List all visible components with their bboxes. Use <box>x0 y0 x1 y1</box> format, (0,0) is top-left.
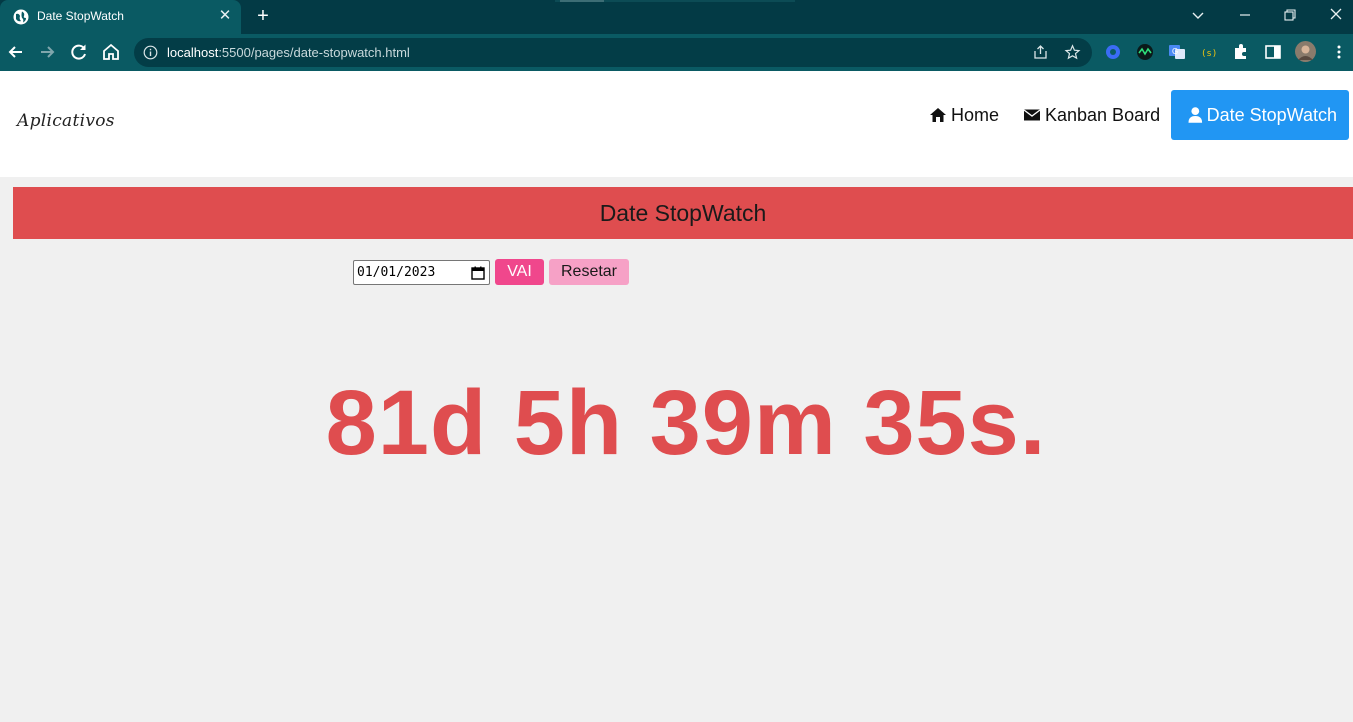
site-info-icon[interactable] <box>143 45 158 60</box>
extension-wave-icon[interactable] <box>1136 43 1154 61</box>
forward-icon[interactable] <box>35 40 59 64</box>
site-header: Aplicativos Home Kanban Board Date StopW… <box>0 71 1353 177</box>
minimize-icon[interactable] <box>1233 5 1257 25</box>
page-title-banner: Date StopWatch <box>13 187 1353 239</box>
translate-icon[interactable]: G <box>1168 43 1186 61</box>
home-browser-icon[interactable] <box>99 40 123 64</box>
site-logo[interactable]: Aplicativos <box>17 111 115 131</box>
nav-date-stopwatch[interactable]: Date StopWatch <box>1171 90 1349 140</box>
tab-close-icon[interactable]: ✕ <box>217 8 233 24</box>
kebab-menu-icon[interactable] <box>1330 43 1348 61</box>
browser-tab-strip: Date StopWatch ✕ + <box>0 0 1353 34</box>
share-icon[interactable] <box>1032 44 1049 61</box>
nav-stopwatch-label: Date StopWatch <box>1206 104 1337 125</box>
elapsed-time-display: 81d 5h 39m 35s. <box>325 372 1047 474</box>
restore-icon[interactable] <box>1278 5 1302 25</box>
page-content: Aplicativos Home Kanban Board Date StopW… <box>0 71 1353 722</box>
globe-icon <box>13 9 29 25</box>
url-text[interactable]: localhost:5500/pages/date-stopwatch.html <box>167 45 410 60</box>
home-icon <box>930 108 946 122</box>
nav-kanban-label: Kanban Board <box>1045 104 1161 125</box>
calendar-icon[interactable] <box>471 266 485 280</box>
tab-strip-accent-2 <box>560 0 604 2</box>
extension-gear-icon[interactable] <box>1104 43 1122 61</box>
page-title: Date StopWatch <box>599 199 767 226</box>
profile-avatar[interactable] <box>1295 41 1316 62</box>
close-window-icon[interactable] <box>1324 5 1348 25</box>
side-panel-icon[interactable] <box>1264 43 1282 61</box>
address-bar[interactable]: localhost:5500/pages/date-stopwatch.html <box>134 38 1092 67</box>
tab-search-icon[interactable] <box>1186 5 1210 25</box>
puzzle-icon[interactable] <box>1232 43 1250 61</box>
reset-button[interactable]: Resetar <box>549 259 629 285</box>
new-tab-icon[interactable]: + <box>253 6 273 26</box>
url-path: :5500/pages/date-stopwatch.html <box>218 45 410 60</box>
reload-icon[interactable] <box>67 40 91 64</box>
extension-braces-icon[interactable]: (s) <box>1200 43 1218 61</box>
bookmark-star-icon[interactable] <box>1064 44 1081 61</box>
nav-kanban-board[interactable]: Kanban Board <box>1023 90 1160 140</box>
envelope-icon <box>1023 109 1041 121</box>
date-input-value: 01/01/2023 <box>357 264 436 280</box>
svg-text:G: G <box>1172 47 1178 56</box>
back-icon[interactable] <box>4 40 28 64</box>
browser-tab[interactable]: Date StopWatch ✕ <box>0 0 241 34</box>
tab-title: Date StopWatch <box>37 9 124 23</box>
user-icon <box>1188 107 1203 123</box>
nav-home[interactable]: Home <box>929 90 999 140</box>
nav-home-label: Home <box>951 104 1000 125</box>
date-input[interactable]: 01/01/2023 <box>353 259 490 285</box>
svg-text:(s): (s) <box>1201 49 1217 59</box>
browser-toolbar: localhost:5500/pages/date-stopwatch.html… <box>0 34 1353 71</box>
url-host: localhost <box>167 45 219 60</box>
go-button[interactable]: VAI <box>495 259 544 285</box>
date-controls: 01/01/2023 VAI Resetar <box>353 259 629 285</box>
